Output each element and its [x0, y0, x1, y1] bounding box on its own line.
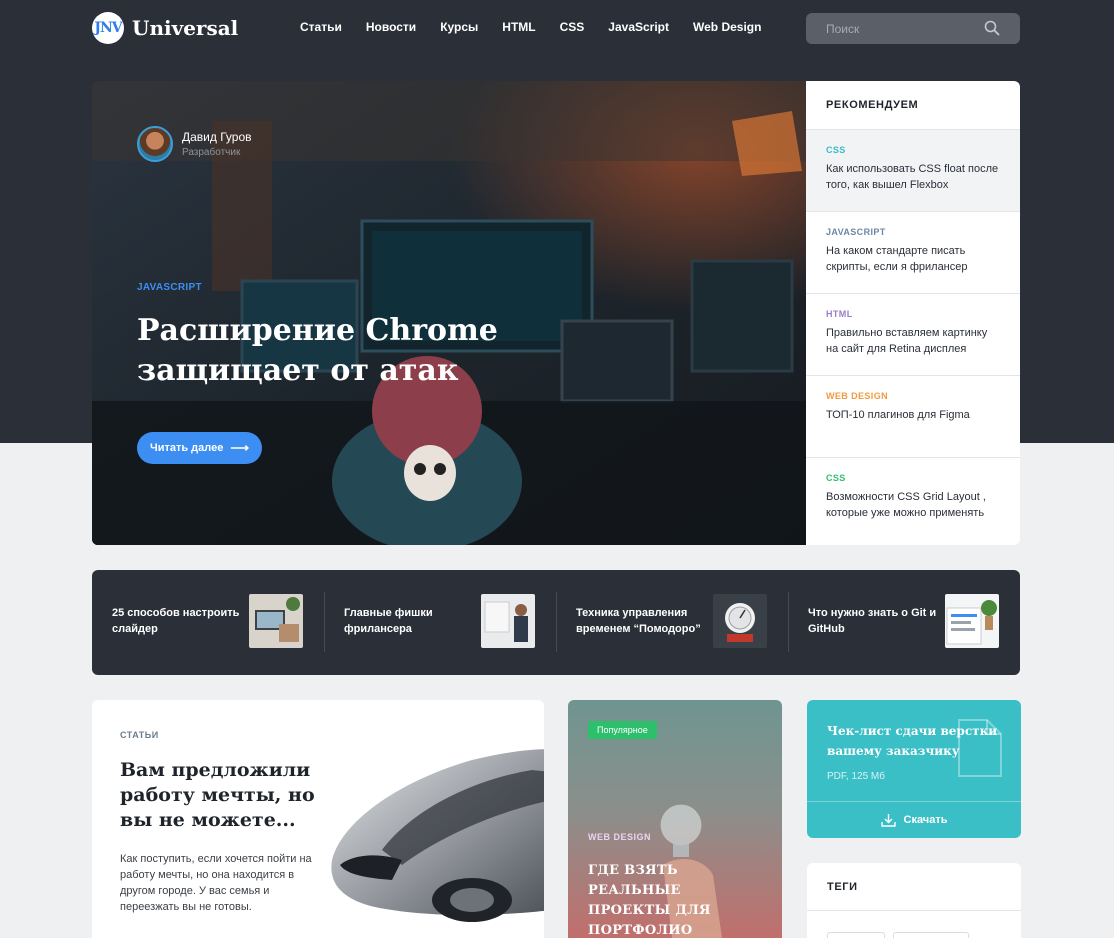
hero-banner: Давид Гуров Разработчик JAVASCRIPT Расши… — [92, 81, 806, 545]
author-info: Давид Гуров Разработчик — [182, 130, 252, 158]
logo-text: Universal — [132, 16, 239, 40]
recommend-item[interactable]: CSS Как использовать CSS float после тог… — [806, 130, 1020, 212]
strip-item-title: Техника управления временем “Помодоро” — [576, 607, 701, 635]
nav-item-articles[interactable]: Статьи — [300, 20, 342, 34]
author-name: Давид Гуров — [182, 130, 252, 144]
nav-item-web-design[interactable]: Web Design — [693, 20, 761, 34]
logo[interactable]: JNV Universal — [92, 12, 238, 44]
nav-item-css[interactable]: CSS — [560, 20, 585, 34]
recommend-item-category: WEB DESIGN — [826, 391, 889, 401]
strip-item-title: Главные фишки фрилансера — [344, 607, 433, 635]
tags-title: ТЕГИ — [807, 863, 1021, 911]
tags-panel: ТЕГИ — [807, 863, 1021, 938]
recommend-panel: РЕКОМЕНДУЕМ CSS Как использовать CSS flo… — [806, 81, 1020, 545]
strip-item[interactable]: 25 способов настроить слайдер — [92, 570, 324, 675]
recommend-item-title: Возможности CSS Grid Layout , которые уж… — [826, 491, 986, 519]
recommend-item-category: CSS — [826, 145, 846, 155]
search-box — [806, 13, 1020, 44]
strip-item[interactable]: Техника управления временем “Помодоро” — [556, 570, 788, 675]
article-card[interactable]: СТАТЬИ Вам предложили работу мечты, но в… — [92, 700, 544, 938]
download-label: Скачать — [903, 814, 948, 826]
car-image — [331, 749, 544, 922]
featured-strip: 25 способов настроить слайдер Главные фи… — [92, 570, 1020, 675]
recommend-item-title: Как использовать CSS float после того, к… — [826, 163, 999, 191]
recommend-item-category: HTML — [826, 309, 853, 319]
hero-title[interactable]: Расширение Chrome защищает от атак — [137, 311, 537, 391]
strip-item-title: 25 способов настроить слайдер — [112, 607, 240, 635]
read-more-label: Читать далее — [149, 442, 224, 454]
recommend-item-title: На каком стандарте писать скрипты, если … — [826, 245, 968, 273]
search-input[interactable] — [806, 21, 976, 36]
recommend-item-title: ТОП-10 плагинов для Figma — [826, 409, 970, 421]
strip-thumbnail — [945, 594, 999, 648]
recommend-item[interactable]: HTML Правильно вставляем картинку на сай… — [806, 294, 1020, 376]
nav-item-javascript[interactable]: JavaScript — [608, 20, 669, 34]
download-icon — [880, 814, 896, 827]
popular-card[interactable]: Популярное WEB DESIGN ГДЕ ВЗЯТЬ РЕАЛЬНЫЕ… — [568, 700, 782, 938]
read-more-button[interactable]: Читать далее ⟶ — [137, 432, 262, 464]
strip-thumbnail — [713, 594, 767, 648]
hero-category[interactable]: JAVASCRIPT — [137, 282, 202, 293]
nav-item-news[interactable]: Новости — [366, 20, 416, 34]
popular-badge: Популярное — [588, 721, 657, 739]
article-category[interactable]: СТАТЬИ — [120, 730, 159, 740]
recommend-title: РЕКОМЕНДУЕМ — [806, 81, 1020, 130]
strip-thumbnail — [481, 594, 535, 648]
logo-icon: JNV — [92, 12, 124, 44]
avatar — [137, 126, 173, 162]
nav-item-courses[interactable]: Курсы — [440, 20, 478, 34]
checklist-card: Чек-лист сдачи верстки вашему заказчику … — [807, 700, 1021, 838]
search-icon[interactable] — [984, 20, 1000, 36]
main-nav: Статьи Новости Курсы HTML CSS JavaScript… — [300, 20, 785, 34]
checklist-file-info: PDF, 125 Мб — [827, 771, 885, 782]
recommend-item-category: CSS — [826, 473, 846, 483]
strip-thumbnail — [249, 594, 303, 648]
author[interactable]: Давид Гуров Разработчик — [137, 126, 252, 162]
popular-title[interactable]: ГДЕ ВЗЯТЬ РЕАЛЬНЫЕ ПРОЕКТЫ ДЛЯ ПОРТФОЛИО — [588, 861, 763, 938]
recommend-item[interactable]: CSS Возможности CSS Grid Layout , которы… — [806, 458, 1020, 540]
strip-item-title: Что нужно знать о Git и GitHub — [808, 607, 937, 635]
arrow-right-icon: ⟶ — [230, 440, 250, 455]
author-role: Разработчик — [182, 147, 241, 158]
popular-category[interactable]: WEB DESIGN — [588, 832, 651, 842]
checklist-title: Чек-лист сдачи верстки вашему заказчику — [827, 724, 998, 758]
recommend-item-category: JAVASCRIPT — [826, 227, 886, 237]
recommend-item[interactable]: JAVASCRIPT На каком стандарте писать скр… — [806, 212, 1020, 294]
recommend-item-title: Правильно вставляем картинку на сайт для… — [826, 327, 988, 355]
nav-item-html[interactable]: HTML — [502, 20, 535, 34]
download-button[interactable]: Скачать — [807, 802, 1021, 838]
strip-item[interactable]: Главные фишки фрилансера — [324, 570, 556, 675]
tag-chip[interactable] — [893, 932, 969, 938]
article-excerpt: Как поступить, если хочется пойти на раб… — [120, 853, 312, 913]
article-title[interactable]: Вам предложили работу мечты, но вы не мо… — [120, 758, 320, 833]
recommend-item[interactable]: WEB DESIGN ТОП-10 плагинов для Figma — [806, 376, 1020, 458]
tag-chip[interactable] — [827, 932, 885, 938]
strip-item[interactable]: Что нужно знать о Git и GitHub — [788, 570, 1020, 675]
